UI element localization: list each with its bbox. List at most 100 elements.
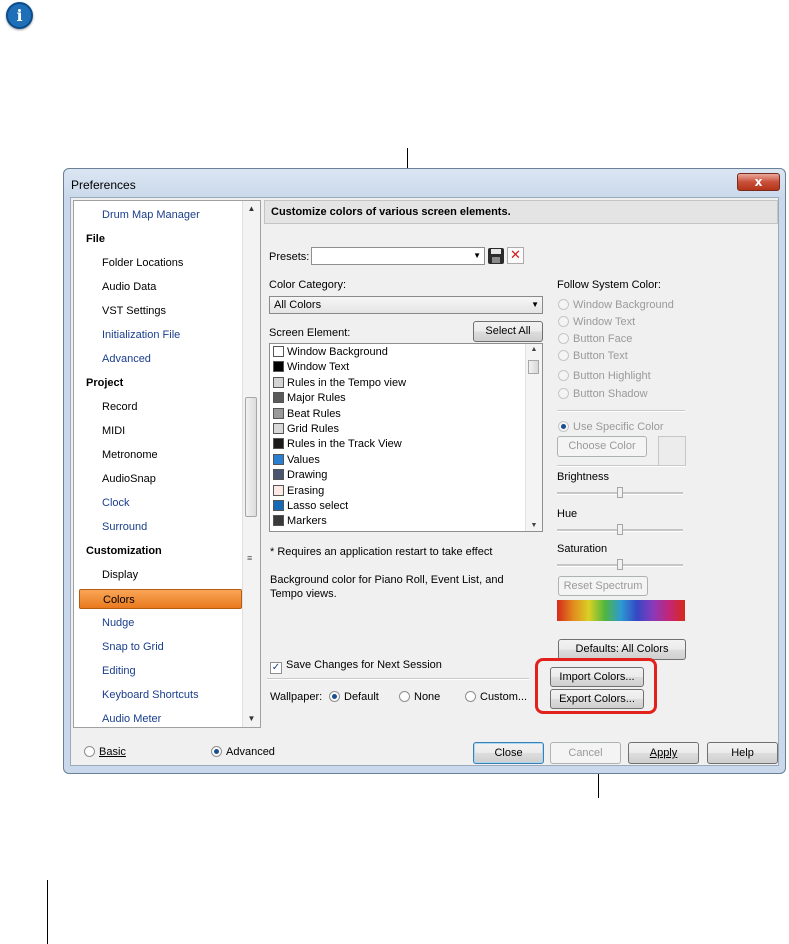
color-swatch — [273, 392, 284, 404]
tree-item-nudge[interactable]: Nudge — [74, 613, 260, 633]
list-item[interactable]: Window Text — [273, 360, 349, 375]
use-specific-color-radio[interactable]: Use Specific Color — [558, 421, 663, 433]
advanced-mode-radio[interactable]: Advanced — [211, 746, 275, 758]
tree-item-audio-data[interactable]: Audio Data — [74, 277, 260, 297]
list-item[interactable]: Rules in the Track View — [273, 437, 402, 452]
presets-combo[interactable]: ▼ — [311, 247, 485, 265]
tree-item-audiosnap[interactable]: AudioSnap — [74, 469, 260, 489]
wallpaper-none-radio[interactable]: None — [399, 691, 440, 703]
section-header: Customize colors of various screen eleme… — [264, 200, 778, 224]
color-swatch — [273, 438, 284, 450]
tree-item-editing[interactable]: Editing — [74, 661, 260, 681]
color-swatch — [273, 469, 284, 481]
radio-off-icon — [558, 350, 569, 361]
dialog-client: ▲ ≡ ▼ Drum Map Manager File Folder Locatio… — [70, 197, 779, 766]
color-preview-swatch — [658, 436, 686, 466]
presets-label: Presets: — [269, 251, 310, 263]
defaults-all-colors-button[interactable]: Defaults: All Colors — [558, 639, 686, 660]
list-item-label: Grid Rules — [287, 423, 339, 435]
list-item-label: Window Background — [287, 346, 388, 358]
tree-item-advanced[interactable]: Advanced — [74, 349, 260, 369]
divider — [267, 678, 529, 680]
radio-off-icon — [558, 370, 569, 381]
list-scroll-up-icon[interactable]: ▲ — [526, 346, 542, 353]
color-spectrum[interactable] — [557, 600, 685, 621]
follow-system-option[interactable]: Button Shadow — [558, 388, 648, 400]
advanced-mode-label: Advanced — [226, 746, 275, 758]
follow-system-option[interactable]: Window Background — [558, 299, 674, 311]
help-button[interactable]: Help — [707, 742, 778, 764]
reset-spectrum-button[interactable]: Reset Spectrum — [558, 576, 648, 596]
slider-thumb[interactable] — [617, 524, 623, 535]
list-scrollbar[interactable]: ▲ ▼ — [525, 344, 542, 531]
tree-item-clock[interactable]: Clock — [74, 493, 260, 513]
tree-item-folder-locations[interactable]: Folder Locations — [74, 253, 260, 273]
list-item[interactable]: Rules in the Tempo view — [273, 376, 406, 391]
list-item-label: Beat Rules — [287, 407, 341, 420]
radio-on-icon — [558, 421, 569, 432]
radio-off-icon — [84, 746, 95, 757]
cancel-button[interactable]: Cancel — [550, 742, 621, 764]
tree-item-midi[interactable]: MIDI — [74, 421, 260, 441]
color-category-label: Color Category: — [269, 279, 347, 291]
chevron-down-icon: ▼ — [531, 300, 539, 309]
follow-system-option[interactable]: Button Highlight — [558, 370, 651, 382]
tree-item-surround[interactable]: Surround — [74, 517, 260, 537]
close-button[interactable]: Close — [473, 742, 544, 764]
list-item[interactable]: Beat Rules — [273, 407, 341, 422]
tree-item-display[interactable]: Display — [74, 565, 260, 585]
tree-item-audio-meter[interactable]: Audio Meter — [74, 709, 260, 727]
follow-system-option[interactable]: Window Text — [558, 316, 635, 328]
delete-preset-icon[interactable]: ✕ — [507, 247, 524, 264]
close-window-button[interactable]: x — [737, 173, 780, 191]
radio-off-icon — [558, 388, 569, 399]
color-swatch — [273, 407, 284, 419]
color-swatch — [273, 484, 284, 496]
tree-item-customization[interactable]: Customization — [74, 541, 256, 561]
list-item[interactable]: Lasso select — [273, 499, 348, 514]
tree-item-project[interactable]: Project — [74, 373, 256, 393]
info-icon: i — [6, 2, 33, 29]
tree-item-drum-map-manager[interactable]: Drum Map Manager — [74, 205, 260, 225]
slider-label: Saturation — [557, 543, 608, 555]
follow-system-option[interactable]: Button Text — [558, 350, 628, 362]
list-item[interactable]: Erasing — [273, 484, 324, 499]
save-changes-checkbox[interactable]: ✓ Save Changes for Next Session — [270, 659, 442, 674]
save-preset-icon[interactable] — [488, 248, 504, 264]
choose-color-button[interactable]: Choose Color — [557, 436, 647, 457]
tree-item-vst-settings[interactable]: VST Settings — [74, 301, 260, 321]
list-item[interactable]: Values — [273, 453, 320, 468]
save-changes-label: Save Changes for Next Session — [286, 659, 442, 671]
color-swatch — [273, 376, 284, 388]
list-item[interactable]: Markers — [273, 514, 327, 529]
list-item[interactable]: Grid Rules — [273, 422, 339, 437]
basic-mode-label: Basic — [99, 746, 126, 758]
basic-mode-radio[interactable]: Basic — [84, 746, 126, 758]
tree-item-keyboard-shortcuts[interactable]: Keyboard Shortcuts — [74, 685, 260, 705]
tree-item-colors[interactable]: Colors — [79, 589, 242, 609]
list-item-label: Rules in the Track View — [287, 438, 402, 451]
list-scroll-down-icon[interactable]: ▼ — [526, 522, 542, 529]
apply-button[interactable]: Apply — [628, 742, 699, 764]
screen-element-list[interactable]: ▲ ▼ Window Background Window Text Rules in… — [269, 343, 543, 532]
wallpaper-custom-radio[interactable]: Custom... — [465, 691, 527, 703]
list-item[interactable]: Major Rules — [273, 391, 346, 406]
list-item[interactable]: Window Background — [273, 345, 388, 360]
tree-item-record[interactable]: Record — [74, 397, 260, 417]
select-all-button[interactable]: Select All — [473, 321, 543, 342]
color-swatch — [273, 500, 284, 511]
radio-off-icon — [399, 691, 410, 702]
tree-item-initialization-file[interactable]: Initialization File — [74, 325, 260, 345]
list-item[interactable]: Drawing — [273, 468, 327, 483]
tree-item-metronome[interactable]: Metronome — [74, 445, 260, 465]
wallpaper-default-radio[interactable]: Default — [329, 691, 379, 703]
tree-item-snap-to-grid[interactable]: Snap to Grid — [74, 637, 260, 657]
slider-thumb[interactable] — [617, 487, 623, 498]
color-category-select[interactable]: All Colors ▼ — [269, 296, 543, 314]
slider-thumb[interactable] — [617, 559, 623, 570]
follow-system-option[interactable]: Button Face — [558, 333, 632, 345]
tree-item-file[interactable]: File — [74, 229, 256, 249]
radio-on-icon — [329, 691, 340, 702]
list-scroll-thumb[interactable] — [528, 360, 539, 374]
info-glyph: i — [16, 6, 23, 25]
